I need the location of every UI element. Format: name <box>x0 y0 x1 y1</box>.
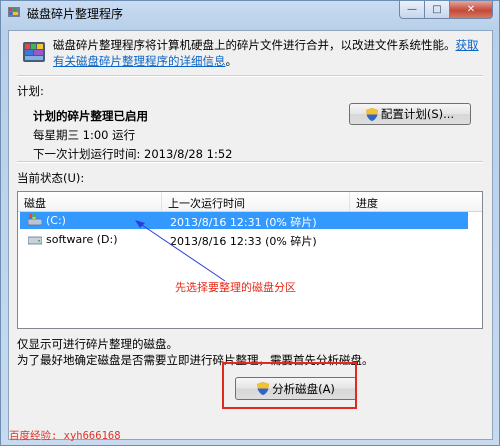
window-title: 磁盘碎片整理程序 <box>27 7 124 21</box>
divider <box>17 161 483 163</box>
system-drive-icon <box>28 214 42 226</box>
column-disk[interactable]: 磁盘 <box>24 195 46 211</box>
schedule-next-run: 下一次计划运行时间: 2013/8/28 1:52 <box>33 147 233 161</box>
hard-drive-icon <box>28 236 42 245</box>
disk-list[interactable]: 磁盘 上一次运行时间 进度 (C:) 2013/8/16 12:31 (0% 碎… <box>17 191 483 329</box>
shield-icon <box>365 107 378 121</box>
disk-name: software (D:) <box>46 233 118 246</box>
current-status-label: 当前状态(U): <box>17 171 85 185</box>
divider <box>17 75 483 77</box>
defrag-window: 磁盘碎片整理程序 — □ ✕ 磁盘碎片整理程序将计算机硬盘上的碎片文件进行合并，… <box>0 0 500 446</box>
disk-name: (C:) <box>46 214 66 227</box>
disk-list-header: 磁盘 上一次运行时间 进度 <box>18 192 482 212</box>
intro-description: 磁盘碎片整理程序将计算机硬盘上的碎片文件进行合并，以改进文件系统性能。 <box>53 38 456 52</box>
schedule-frequency: 每星期三 1:00 运行 <box>33 128 136 142</box>
close-button[interactable]: ✕ <box>450 1 493 19</box>
column-divider <box>161 192 162 211</box>
column-divider <box>349 192 350 211</box>
column-progress[interactable]: 进度 <box>356 195 378 211</box>
intro-tail: 。 <box>225 54 238 68</box>
annotation-note: 先选择要整理的磁盘分区 <box>175 281 296 294</box>
minimize-button[interactable]: — <box>399 1 425 19</box>
intro-text: 磁盘碎片整理程序将计算机硬盘上的碎片文件进行合并，以改进文件系统性能。获取有关磁… <box>53 37 483 69</box>
configure-schedule-button[interactable]: 配置计划(S)... <box>349 103 471 125</box>
defrag-disk-icon <box>23 42 45 62</box>
column-last-run[interactable]: 上一次运行时间 <box>168 195 245 211</box>
configure-schedule-label: 配置计划(S)... <box>380 107 455 121</box>
highlight-box <box>222 362 357 409</box>
annotation-arrow <box>135 220 226 282</box>
schedule-status: 计划的碎片整理已启用 <box>33 109 148 123</box>
watermark: 百度经验: xyh666168 <box>9 430 121 442</box>
schedule-section-label: 计划: <box>17 84 44 98</box>
footer-note-1: 仅显示可进行碎片整理的磁盘。 <box>17 337 178 351</box>
title-bar[interactable]: 磁盘碎片整理程序 — □ ✕ <box>1 1 499 23</box>
maximize-button[interactable]: □ <box>425 1 450 19</box>
disk-row-d[interactable]: software (D:) 2013/8/16 12:33 (0% 碎片) <box>20 231 468 248</box>
disk-row-c[interactable]: (C:) 2013/8/16 12:31 (0% 碎片) <box>20 212 468 229</box>
defrag-app-icon <box>8 7 20 17</box>
